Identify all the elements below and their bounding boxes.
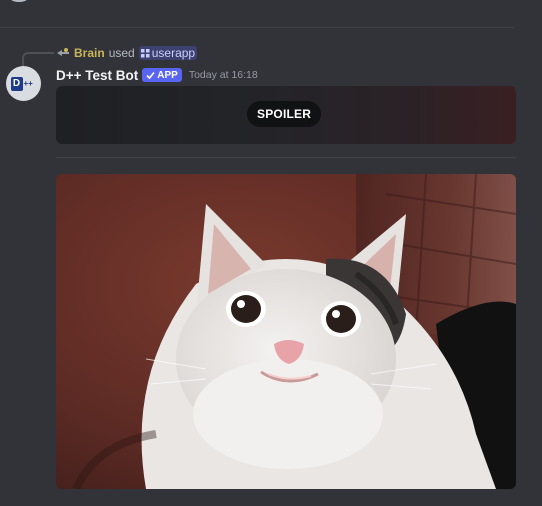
command-reply-header: Brain used userapp xyxy=(56,45,198,61)
reply-username[interactable]: Brain xyxy=(74,46,105,60)
spoiler-button[interactable]: SPOILER xyxy=(247,101,322,127)
check-icon xyxy=(146,71,155,79)
command-name: userapp xyxy=(151,46,196,60)
command-mention[interactable]: userapp xyxy=(138,46,198,60)
app-badge: APP xyxy=(142,68,182,82)
message-timestamp: Today at 16:18 xyxy=(188,69,258,81)
reply-avatar-icon[interactable] xyxy=(56,47,70,59)
message-header: D++ Test Bot APP Today at 16:18 xyxy=(56,66,258,84)
bot-avatar-logo: D ++ xyxy=(10,76,37,92)
bot-username[interactable]: D++ Test Bot xyxy=(56,68,138,83)
slash-command-icon xyxy=(140,48,150,57)
bot-avatar[interactable]: D ++ xyxy=(6,66,41,101)
reply-connector xyxy=(22,52,54,66)
cat-image-attachment[interactable] xyxy=(56,174,516,489)
divider xyxy=(0,27,514,28)
cat-image xyxy=(56,174,516,489)
avatar-d-mark: D xyxy=(10,76,23,91)
embed-separator xyxy=(56,157,516,158)
previous-message-avatar xyxy=(6,0,32,2)
app-badge-label: APP xyxy=(157,69,178,81)
reply-used-text: used xyxy=(108,46,135,60)
avatar-plus-mark: ++ xyxy=(23,79,33,88)
